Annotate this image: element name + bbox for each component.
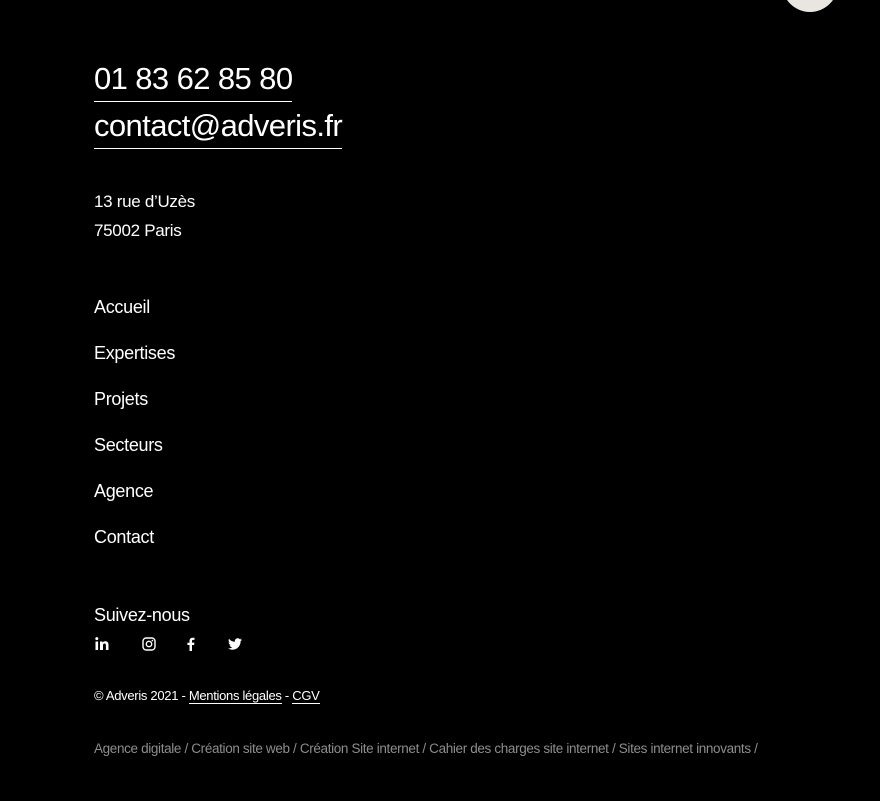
address-block: 13 rue d’Uzès 75002 Paris: [94, 187, 195, 245]
social-links: [94, 636, 254, 652]
facebook-icon[interactable]: [183, 636, 199, 652]
nav-link-contact[interactable]: Contact: [94, 527, 154, 547]
nav-item-contact: Contact: [94, 525, 175, 571]
seo-link-creation-site-internet[interactable]: Création Site internet: [300, 741, 419, 756]
nav-item-projets: Projets: [94, 387, 175, 433]
nav-item-secteurs: Secteurs: [94, 433, 175, 479]
twitter-icon[interactable]: [227, 636, 243, 652]
seo-separator: /: [418, 741, 430, 756]
nav-link-secteurs[interactable]: Secteurs: [94, 435, 163, 455]
phone-link[interactable]: 01 83 62 85 80: [94, 61, 293, 102]
seo-link-creation-site-web[interactable]: Création site web: [191, 741, 290, 756]
nav-item-expertises: Expertises: [94, 341, 175, 387]
seo-link-sites-innovants[interactable]: Sites internet innovants: [619, 741, 751, 756]
address-city: 75002 Paris: [94, 221, 182, 240]
nav-item-agence: Agence: [94, 479, 175, 525]
address-street: 13 rue d’Uzès: [94, 192, 195, 211]
instagram-icon[interactable]: [141, 636, 157, 652]
nav-link-accueil[interactable]: Accueil: [94, 297, 150, 317]
nav-link-projets[interactable]: Projets: [94, 389, 148, 409]
nav-link-agence[interactable]: Agence: [94, 481, 154, 501]
seo-links: Agence digitale / Création site web / Cr…: [94, 740, 758, 758]
nav-link-expertises[interactable]: Expertises: [94, 343, 175, 363]
linkedin-icon[interactable]: [94, 636, 110, 652]
seo-separator: /: [608, 741, 619, 756]
legal-separator: -: [281, 688, 293, 703]
cgv-link[interactable]: CGV: [292, 688, 320, 704]
seo-link-agence-digitale[interactable]: Agence digitale: [94, 741, 181, 756]
nav-item-accueil: Accueil: [94, 295, 175, 341]
seo-separator: /: [181, 741, 192, 756]
mentions-legales-link[interactable]: Mentions légales: [188, 688, 282, 704]
copyright-text: © Adveris 2021 -: [94, 688, 189, 703]
social-heading: Suivez-nous: [94, 605, 190, 625]
legal-line: © Adveris 2021 - Mentions légales - CGV: [94, 687, 320, 705]
seo-link-cahier-des-charges[interactable]: Cahier des charges site internet: [429, 741, 609, 756]
seo-separator: /: [289, 741, 300, 756]
scroll-top-button[interactable]: [782, 0, 838, 12]
email-link[interactable]: contact@adveris.fr: [94, 108, 343, 149]
footer-nav: Accueil Expertises Projets Secteurs Agen…: [94, 295, 175, 571]
seo-separator: /: [750, 741, 758, 756]
